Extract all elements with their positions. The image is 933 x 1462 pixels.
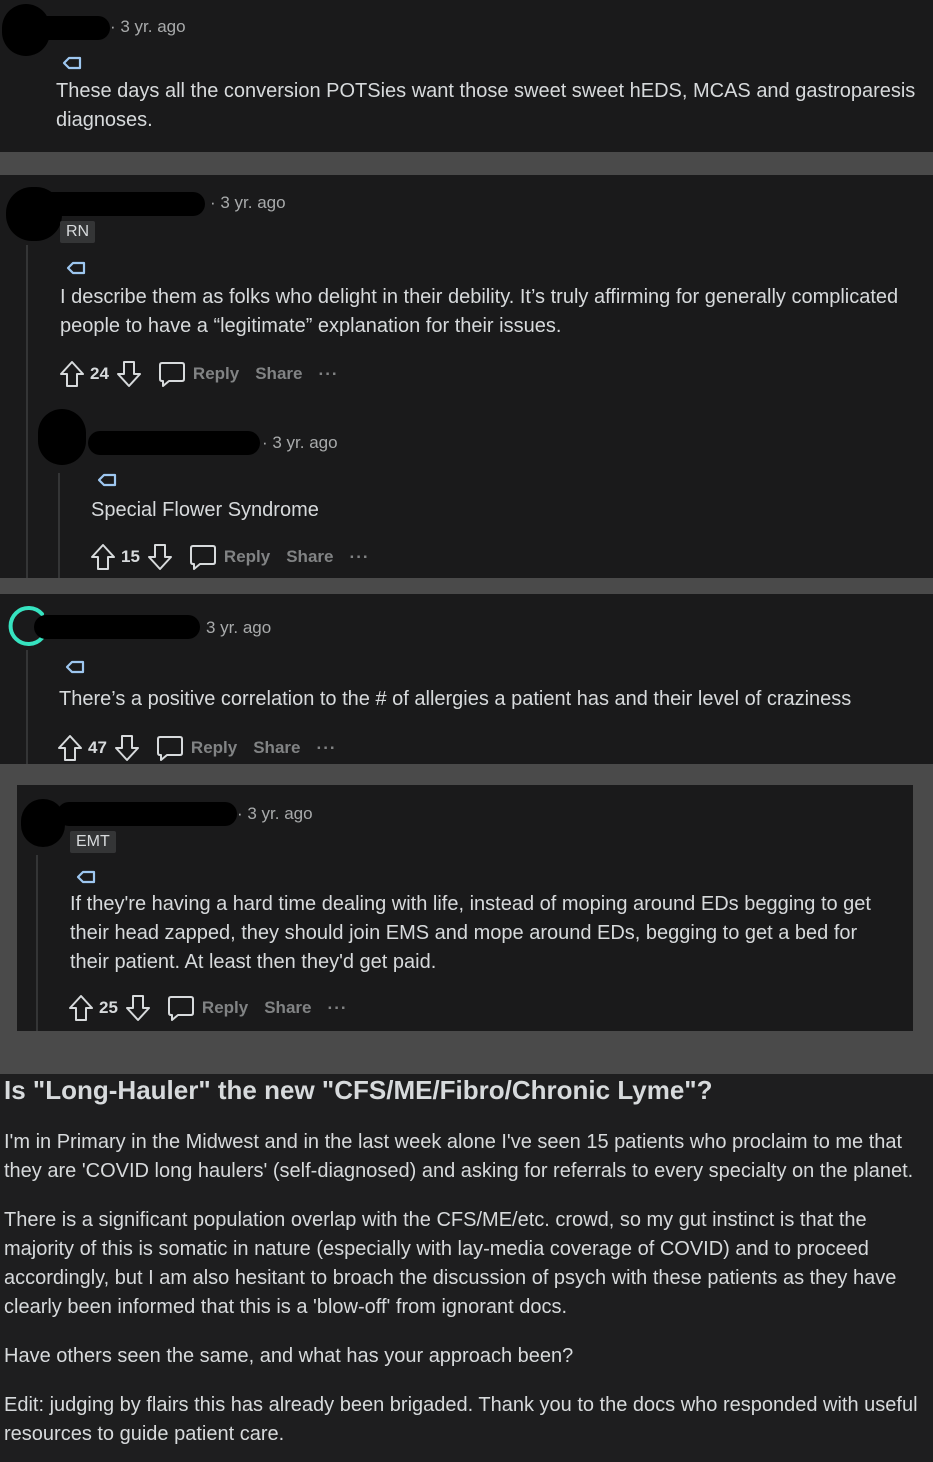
comment-timestamp: · 3 yr. ago	[110, 17, 186, 36]
downvote-icon[interactable]	[113, 733, 141, 763]
comment-bubble-icon	[167, 996, 194, 1021]
comment-actions: 25 Reply Share ...	[67, 992, 364, 1024]
comment-bubble-icon	[189, 545, 216, 570]
comment-body: I describe them as folks who delight in …	[60, 286, 899, 337]
post-paragraph: Have others seen the same, and what has …	[4, 1345, 574, 1367]
comment-timestamp: 3 yr. ago	[206, 618, 272, 637]
more-options-button[interactable]: ...	[318, 360, 338, 380]
upvote-icon[interactable]	[56, 733, 84, 763]
post-title[interactable]: Is "Long-Hauler" the new "CFS/ME/Fibro/C…	[4, 1075, 713, 1106]
thread-line[interactable]	[26, 650, 28, 764]
comment-bubble-icon	[158, 362, 185, 387]
redacted-avatar	[38, 409, 86, 465]
separator	[0, 152, 933, 175]
thread-line[interactable]	[36, 855, 38, 1031]
redacted-username	[40, 192, 205, 216]
comment-timestamp: · 3 yr. ago	[262, 433, 338, 452]
reply-button[interactable]: Reply	[155, 733, 237, 763]
reply-label: Reply	[190, 738, 238, 757]
thread-line[interactable]	[58, 473, 60, 578]
comment-actions: 47 Reply Share ...	[56, 732, 353, 764]
redacted-username	[88, 431, 260, 455]
redacted-username	[30, 16, 110, 40]
tag-icon	[62, 56, 82, 70]
redacted-username	[57, 802, 237, 826]
share-button[interactable]: Share	[253, 738, 300, 758]
downvote-icon[interactable]	[124, 993, 152, 1023]
post-paragraph: There is a significant population overla…	[4, 1209, 897, 1318]
share-button[interactable]: Share	[264, 998, 311, 1018]
upvote-icon[interactable]	[58, 359, 86, 389]
comment-1: · 3 yr. ago These days all the conversio…	[0, 0, 933, 152]
post-paragraph: Edit: judging by flairs this has already…	[4, 1394, 918, 1445]
comment-actions: 24 Reply Share ...	[58, 358, 355, 390]
tag-icon	[65, 660, 85, 674]
redacted-username	[34, 615, 200, 639]
share-button[interactable]: Share	[286, 547, 333, 567]
comment-timestamp: · 3 yr. ago	[237, 804, 313, 823]
share-button[interactable]: Share	[255, 364, 302, 384]
thread-line[interactable]	[26, 245, 28, 578]
vote-count: 24	[90, 364, 109, 383]
comment-body: If they're having a hard time dealing wi…	[70, 893, 871, 973]
comment-body: Special Flower Syndrome	[91, 499, 319, 521]
vote-count: 47	[88, 738, 107, 757]
separator	[0, 578, 933, 594]
reply-button[interactable]: Reply	[157, 359, 239, 389]
more-options-button[interactable]: ...	[349, 543, 369, 563]
upvote-icon[interactable]	[67, 993, 95, 1023]
user-flair: EMT	[70, 831, 116, 853]
comment-body: There’s a positive correlation to the # …	[59, 688, 852, 710]
downvote-icon[interactable]	[115, 359, 143, 389]
more-options-button[interactable]: ...	[327, 994, 347, 1014]
upvote-icon[interactable]	[89, 542, 117, 572]
comment-3: 3 yr. ago There’s a positive correlation…	[0, 594, 933, 764]
tag-icon	[76, 870, 96, 884]
reply-label: Reply	[223, 547, 271, 566]
downvote-icon[interactable]	[146, 542, 174, 572]
reply-button[interactable]: Reply	[188, 542, 270, 572]
vote-count: 15	[121, 547, 140, 566]
more-options-button[interactable]: ...	[316, 734, 336, 754]
user-flair: RN	[60, 221, 96, 243]
vote-count: 25	[99, 998, 118, 1017]
tag-icon	[66, 261, 86, 275]
comment-bubble-icon	[156, 736, 183, 761]
reply-label: Reply	[192, 364, 240, 383]
comment-actions: 15 Reply Share ...	[89, 541, 386, 573]
comment-2: · 3 yr. ago RN I describe them as folks …	[0, 175, 933, 578]
comment-timestamp: · 3 yr. ago	[210, 193, 286, 212]
reply-button[interactable]: Reply	[166, 993, 248, 1023]
comment-body: These days all the conversion POTSies wa…	[56, 80, 916, 131]
comment-4: · 3 yr. ago EMT If they're having a hard…	[17, 785, 913, 1031]
reply-label: Reply	[201, 998, 249, 1017]
post-paragraph: I'm in Primary in the Midwest and in the…	[4, 1131, 914, 1182]
tag-icon	[97, 473, 117, 487]
